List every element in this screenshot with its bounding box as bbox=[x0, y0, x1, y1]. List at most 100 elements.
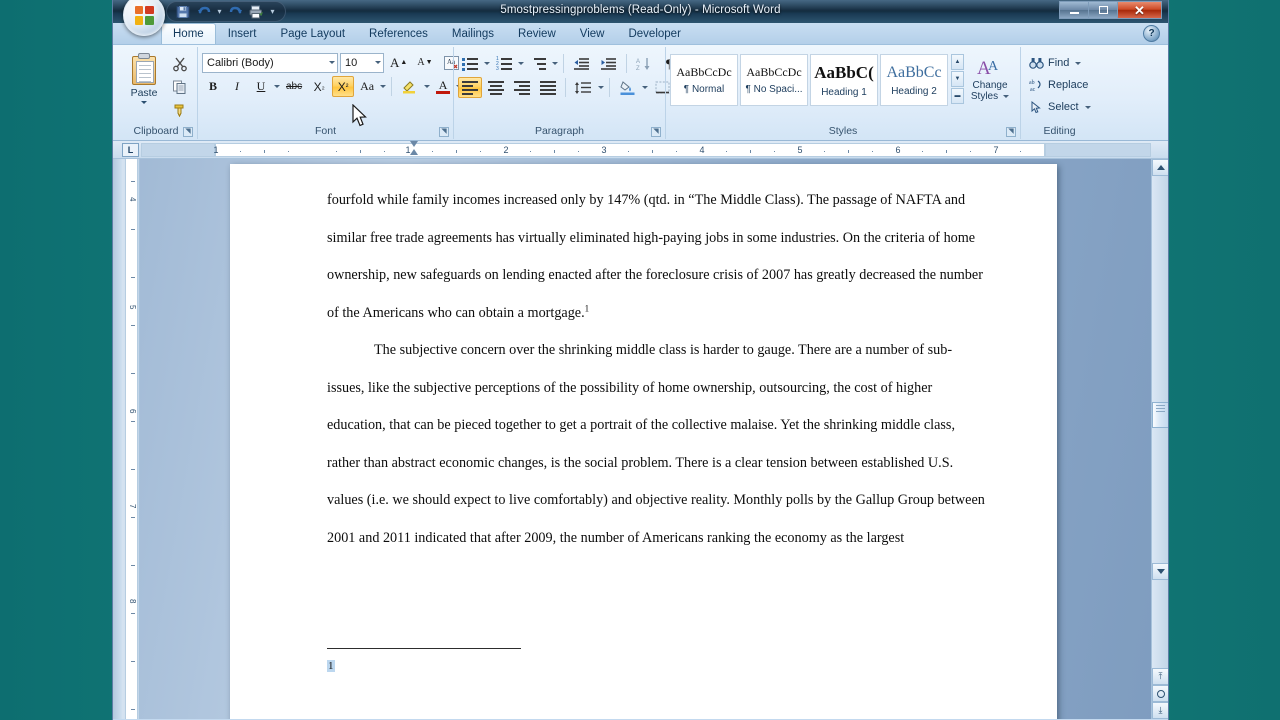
document-body[interactable]: fourfold while family incomes increased … bbox=[327, 182, 989, 557]
numbering-dropdown-icon[interactable] bbox=[518, 62, 524, 65]
shading-split-button[interactable] bbox=[615, 77, 648, 98]
vertical-scrollbar[interactable]: ⤒ ⤓ bbox=[1151, 159, 1168, 719]
select-label: Select bbox=[1048, 101, 1079, 113]
clipboard-dialog-launcher[interactable]: ◥ bbox=[183, 127, 193, 137]
title-bar: ▾ ▾ 5mostpressingproblems (Read-Only) - … bbox=[113, 0, 1168, 36]
help-icon[interactable]: ? bbox=[1143, 25, 1160, 42]
font-dialog-launcher[interactable]: ◥ bbox=[439, 127, 449, 137]
tab-stop-selector[interactable]: L bbox=[122, 143, 139, 157]
styles-scroll-up-button[interactable]: ▲ bbox=[951, 54, 964, 70]
line-spacing-split-button[interactable] bbox=[571, 77, 604, 98]
font-name-combo[interactable]: Calibri (Body) bbox=[202, 52, 338, 73]
subscript-button[interactable]: X₂ bbox=[308, 76, 330, 97]
superscript-button[interactable]: X² bbox=[332, 76, 355, 97]
styles-scroll-down-button[interactable]: ▼ bbox=[951, 71, 964, 87]
styles-more-button[interactable]: ▬ bbox=[951, 88, 964, 104]
font-color-button[interactable]: A bbox=[432, 76, 454, 97]
align-right-button[interactable] bbox=[510, 77, 534, 98]
font-row-1: Calibri (Body) 10 A ▲ A ▼ Aa bbox=[202, 52, 464, 73]
change-styles-button[interactable]: A A Change Styles bbox=[964, 54, 1016, 102]
style-heading-2[interactable]: AaBbCc Heading 2 bbox=[880, 54, 948, 106]
multilevel-list-button[interactable] bbox=[526, 53, 550, 74]
restore-button[interactable] bbox=[1088, 1, 1117, 19]
text-highlight-button[interactable] bbox=[397, 76, 422, 97]
select-button[interactable]: Select bbox=[1025, 96, 1095, 118]
underline-dropdown-icon[interactable] bbox=[274, 85, 280, 88]
paste-button[interactable]: Paste bbox=[119, 50, 169, 104]
bold-button[interactable]: B bbox=[202, 76, 224, 97]
align-center-button[interactable] bbox=[484, 77, 508, 98]
change-case-split-button[interactable]: Aa bbox=[356, 76, 387, 97]
italic-button[interactable]: I bbox=[226, 76, 248, 97]
replace-label: Replace bbox=[1048, 79, 1089, 91]
vertical-ruler[interactable]: 4 5 6 7 8 bbox=[122, 159, 140, 719]
tab-review[interactable]: Review bbox=[506, 23, 568, 44]
desktop-background-left bbox=[0, 0, 112, 720]
style-heading-1[interactable]: AaBbC( Heading 1 bbox=[810, 54, 878, 106]
previous-page-button[interactable]: ⤒ bbox=[1152, 668, 1168, 685]
tab-insert[interactable]: Insert bbox=[216, 23, 269, 44]
copy-button[interactable] bbox=[169, 76, 191, 97]
format-painter-button[interactable] bbox=[169, 99, 191, 120]
select-dropdown-icon[interactable] bbox=[1084, 105, 1091, 109]
document-page[interactable]: fourfold while family incomes increased … bbox=[230, 164, 1057, 719]
change-case-button[interactable]: Aa bbox=[356, 76, 378, 97]
minimize-button[interactable] bbox=[1059, 1, 1088, 19]
numbering-button[interactable]: 1 2 3 bbox=[492, 53, 516, 74]
cut-button[interactable] bbox=[169, 53, 191, 74]
paragraph-dialog-launcher[interactable]: ◥ bbox=[651, 127, 661, 137]
find-dropdown-icon[interactable] bbox=[1075, 61, 1082, 65]
replace-button[interactable]: ab ac Replace bbox=[1025, 74, 1092, 96]
scrollbar-thumb[interactable] bbox=[1152, 402, 1168, 428]
styles-dialog-launcher[interactable]: ◥ bbox=[1006, 127, 1016, 137]
next-page-button[interactable]: ⤓ bbox=[1152, 702, 1168, 719]
indent-marker[interactable] bbox=[410, 141, 419, 157]
shading-dropdown-icon[interactable] bbox=[642, 86, 648, 89]
increase-indent-button[interactable] bbox=[596, 53, 621, 74]
vruler-num-8: 8 bbox=[128, 599, 137, 604]
tab-page-layout[interactable]: Page Layout bbox=[268, 23, 357, 44]
bullets-button[interactable] bbox=[458, 53, 482, 74]
justify-button[interactable] bbox=[536, 77, 560, 98]
highlight-split-button[interactable] bbox=[397, 76, 431, 97]
tab-mailings[interactable]: Mailings bbox=[440, 23, 506, 44]
tab-references[interactable]: References bbox=[357, 23, 440, 44]
scroll-up-button[interactable] bbox=[1152, 159, 1168, 176]
decrease-indent-button[interactable] bbox=[569, 53, 594, 74]
paste-dropdown-icon[interactable] bbox=[141, 101, 147, 104]
grow-font-button[interactable]: A ▲ bbox=[386, 52, 411, 73]
scroll-down-button[interactable] bbox=[1152, 563, 1168, 580]
multilevel-dropdown-icon[interactable] bbox=[552, 62, 558, 65]
line-spacing-dropdown-icon[interactable] bbox=[598, 86, 604, 89]
numbering-split-button[interactable]: 1 2 3 bbox=[492, 53, 524, 74]
shrink-font-label: A bbox=[417, 57, 425, 68]
underline-split-button[interactable]: U bbox=[250, 76, 280, 97]
style-normal[interactable]: AaBbCcDc ¶ Normal bbox=[670, 54, 738, 106]
shrink-font-button[interactable]: A ▼ bbox=[413, 52, 436, 73]
browse-object-controls: ⤒ ⤓ bbox=[1152, 668, 1168, 719]
tab-home[interactable]: Home bbox=[161, 23, 216, 44]
select-browse-object-button[interactable] bbox=[1152, 685, 1168, 702]
style-no-spacing[interactable]: AaBbCcDc ¶ No Spaci... bbox=[740, 54, 808, 106]
multilevel-split-button[interactable] bbox=[526, 53, 558, 74]
footnote-number[interactable]: 1 bbox=[327, 660, 335, 672]
sort-button[interactable]: A Z bbox=[632, 53, 656, 74]
bullets-dropdown-icon[interactable] bbox=[484, 62, 490, 65]
highlight-dropdown-icon[interactable] bbox=[424, 85, 431, 88]
close-button[interactable]: ✕ bbox=[1117, 1, 1162, 19]
horizontal-ruler[interactable]: L 1 1 2 3 4 5 6 7 bbox=[113, 141, 1168, 159]
find-button[interactable]: Find bbox=[1025, 52, 1085, 74]
font-size-combo[interactable]: 10 bbox=[340, 52, 384, 73]
shading-button[interactable] bbox=[615, 77, 640, 98]
tab-view[interactable]: View bbox=[568, 23, 617, 44]
line-spacing-button[interactable] bbox=[571, 77, 596, 98]
align-left-button[interactable] bbox=[458, 77, 482, 98]
tab-developer[interactable]: Developer bbox=[616, 23, 692, 44]
group-label-styles: Styles bbox=[828, 125, 858, 137]
bullets-split-button[interactable] bbox=[458, 53, 490, 74]
change-styles-dropdown-icon[interactable] bbox=[1003, 95, 1010, 98]
footnote-reference-1[interactable]: 1 bbox=[585, 303, 590, 313]
change-case-dropdown-icon[interactable] bbox=[380, 85, 387, 88]
underline-button[interactable]: U bbox=[250, 76, 272, 97]
strikethrough-button[interactable]: abc bbox=[282, 76, 306, 97]
